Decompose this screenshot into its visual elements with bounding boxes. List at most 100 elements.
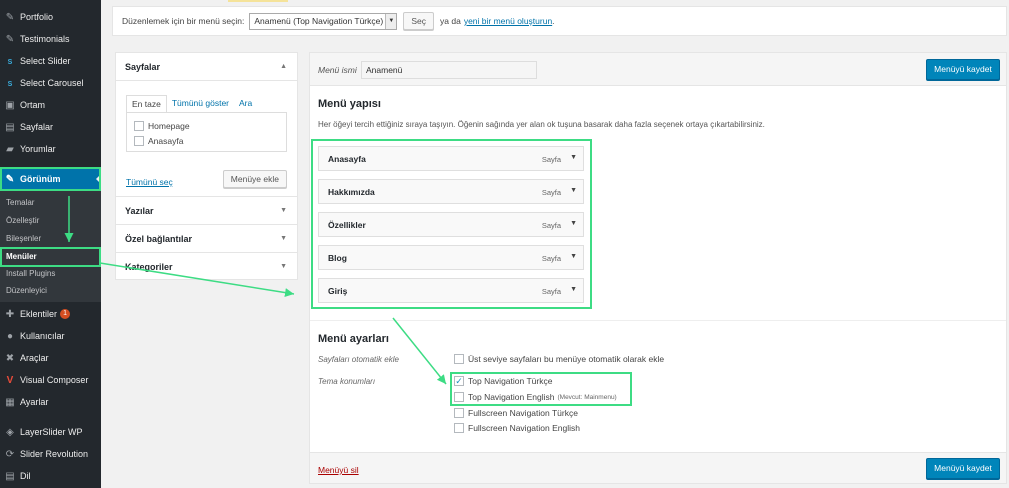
menu-item[interactable]: Giriş Sayfa ▼ (318, 278, 584, 303)
submenu-item-duzenleyici[interactable]: Düzenleyici (6, 283, 47, 299)
sidebar-item-layerslider[interactable]: ◈ LayerSlider WP (0, 421, 101, 443)
checkbox-checked[interactable]: ✓ (454, 376, 464, 386)
location-option-top-en[interactable]: Top Navigation English (Mevcut: Mainmenu) (454, 392, 617, 402)
menu-item[interactable]: Anasayfa Sayfa ▼ (318, 146, 584, 171)
submenu-item-install-plugins[interactable]: Install Plugins (6, 266, 55, 282)
expand-arrow-icon[interactable]: ▼ (570, 220, 577, 227)
wrench-icon: ✖ (5, 352, 15, 364)
list-item[interactable]: Anasayfa (134, 133, 286, 148)
accordion-posts-header[interactable]: Yazılar ▼ (116, 197, 297, 225)
save-menu-button-footer[interactable]: Menüyü kaydet (926, 458, 1000, 479)
add-items-accordion: Sayfalar ▲ En taze Tümünü göster Ara Hom… (115, 52, 298, 280)
admin-sidebar: ✎ Portfolio ✎ Testimonials S Select Slider … (0, 0, 101, 488)
select-all-link[interactable]: Tümünü seç (126, 177, 173, 187)
submenu-item-ozellestir[interactable]: Özelleştir (6, 213, 39, 229)
checkbox[interactable] (454, 392, 464, 402)
checkbox[interactable] (454, 354, 464, 364)
expand-arrow-icon[interactable]: ▼ (570, 187, 577, 194)
sidebar-item-slider-revolution[interactable]: ⟳ Slider Revolution (0, 443, 101, 465)
delete-menu-link[interactable]: Menüyü sil (318, 465, 359, 475)
tab-most-recent[interactable]: En taze (126, 95, 167, 113)
s-icon: S (7, 58, 13, 66)
expand-arrow-icon[interactable]: ▼ (570, 154, 577, 161)
sidebar-item-sayfalar[interactable]: ▤ Sayfalar (0, 116, 101, 138)
pages-panel: En taze Tümünü göster Ara Homepage Anasa… (116, 81, 297, 197)
add-to-menu-button[interactable]: Menüye ekle (222, 170, 287, 188)
submenu-item-menuler[interactable]: Menüler (6, 249, 37, 265)
sidebar-item-label: Select Carousel (20, 78, 84, 88)
list-item[interactable]: Homepage (134, 118, 286, 133)
checkbox[interactable] (454, 408, 464, 418)
notice-strip (228, 0, 288, 2)
select-button[interactable]: Seç (403, 12, 435, 30)
sidebar-item-label: Sayfalar (20, 122, 54, 132)
comment-icon: ▰ (6, 143, 14, 155)
section-divider (310, 320, 1006, 321)
sidebar-item-dil[interactable]: ▤ Dil (0, 465, 101, 487)
sidebar-item-kullanicilar[interactable]: ● Kullanıcılar (0, 325, 101, 347)
sidebar-item-label: Visual Composer (20, 375, 89, 385)
sidebar-item-label: Ortam (20, 100, 46, 110)
save-menu-button[interactable]: Menüyü kaydet (926, 59, 1000, 80)
option-label: Fullscreen Navigation Türkçe (468, 408, 578, 418)
select-menu-label: Düzenlemek için bir menü seçin: (122, 16, 245, 26)
sidebar-item-label: LayerSlider WP (20, 427, 83, 437)
option-label: Fullscreen Navigation English (468, 423, 580, 433)
accordion-pages-header[interactable]: Sayfalar ▲ (116, 53, 297, 81)
menu-item-type: Sayfa (541, 188, 561, 197)
menu-item-title: Anasayfa (328, 154, 366, 164)
sidebar-item-araclar[interactable]: ✖ Araçlar (0, 347, 101, 369)
users-icon: ● (6, 330, 14, 342)
option-label: Top Navigation English (468, 392, 555, 402)
sidebar-item-gorunum[interactable]: ✎ Görünüm (0, 168, 101, 190)
sidebar-item-select-carousel[interactable]: S Select Carousel (0, 72, 101, 94)
theme-locations-label: Tema konumları (318, 377, 376, 386)
menu-item-title: Giriş (328, 286, 348, 296)
chevron-down-icon: ▼ (280, 207, 287, 214)
sidebar-item-eklentiler[interactable]: ✚ Eklentiler 1 (0, 303, 101, 325)
create-menu-link[interactable]: yeni bir menü oluşturun (464, 16, 552, 26)
menu-item[interactable]: Blog Sayfa ▼ (318, 245, 584, 270)
checkbox[interactable] (134, 135, 144, 146)
pages-checklist: Homepage Anasayfa (126, 112, 287, 152)
sidebar-item-ayarlar[interactable]: ▦ Ayarlar (0, 391, 101, 413)
menu-name-input[interactable]: Anamenü (361, 61, 537, 79)
sidebar-item-yorumlar[interactable]: ▰ Yorumlar (0, 138, 101, 160)
location-option-fullscreen-tr[interactable]: Fullscreen Navigation Türkçe (454, 408, 578, 418)
submenu-item-temalar[interactable]: Temalar (6, 195, 34, 211)
sidebar-item-ortam[interactable]: ▣ Ortam (0, 94, 101, 116)
menu-item[interactable]: Özellikler Sayfa ▼ (318, 212, 584, 237)
tab-view-all[interactable]: Tümünü göster (167, 95, 234, 113)
accordion-categories-header[interactable]: Kategoriler ▼ (116, 253, 297, 281)
menu-item[interactable]: Hakkımızda Sayfa ▼ (318, 179, 584, 204)
expand-arrow-icon[interactable]: ▼ (570, 286, 577, 293)
menu-select-dropdown[interactable]: Anamenü (Top Navigation Türkçe) ▼ (249, 12, 398, 30)
expand-arrow-icon[interactable]: ▼ (570, 253, 577, 260)
sidebar-item-label: Yorumlar (20, 144, 56, 154)
menu-item-title: Özellikler (328, 220, 366, 230)
submenu-item-bilesenler[interactable]: Bileşenler (6, 231, 41, 247)
sidebar-item-testimonials[interactable]: ✎ Testimonials (0, 28, 101, 50)
sidebar-item-label: Slider Revolution (20, 449, 89, 459)
sidebar-item-visual-composer[interactable]: V Visual Composer (0, 369, 101, 391)
menu-structure-description: Her öğeyi tercih ettiğiniz sıraya taşıyı… (318, 120, 765, 129)
accordion-custom-links-header[interactable]: Özel bağlantılar ▼ (116, 225, 297, 253)
appearance-submenu: Temalar Özelleştir Bileşenler Menüler In… (0, 190, 101, 302)
auto-add-option[interactable]: Üst seviye sayfaları bu menüye otomatik … (454, 354, 664, 364)
tab-search[interactable]: Ara (234, 95, 257, 113)
sidebar-item-select-slider[interactable]: S Select Slider (0, 50, 101, 72)
location-option-fullscreen-en[interactable]: Fullscreen Navigation English (454, 423, 580, 433)
sidebar-item-label: Select Slider (20, 56, 71, 66)
menu-editor-header: Menü ismi Anamenü Menüyü kaydet (310, 53, 1006, 86)
sidebar-item-label: Testimonials (20, 34, 70, 44)
layers-icon: ◈ (6, 426, 14, 438)
checkbox[interactable] (134, 120, 144, 131)
location-option-top-tr[interactable]: ✓ Top Navigation Türkçe (454, 376, 552, 386)
sidebar-item-portfolio[interactable]: ✎ Portfolio (0, 6, 101, 28)
menu-structure-title: Menü yapısı (318, 98, 381, 110)
sidebar-item-label: Eklentiler (20, 309, 58, 319)
chevron-down-icon: ▼ (280, 235, 287, 242)
menu-name-label: Menü ismi (318, 65, 357, 75)
checkbox[interactable] (454, 423, 464, 433)
update-count-badge: 1 (60, 309, 71, 319)
